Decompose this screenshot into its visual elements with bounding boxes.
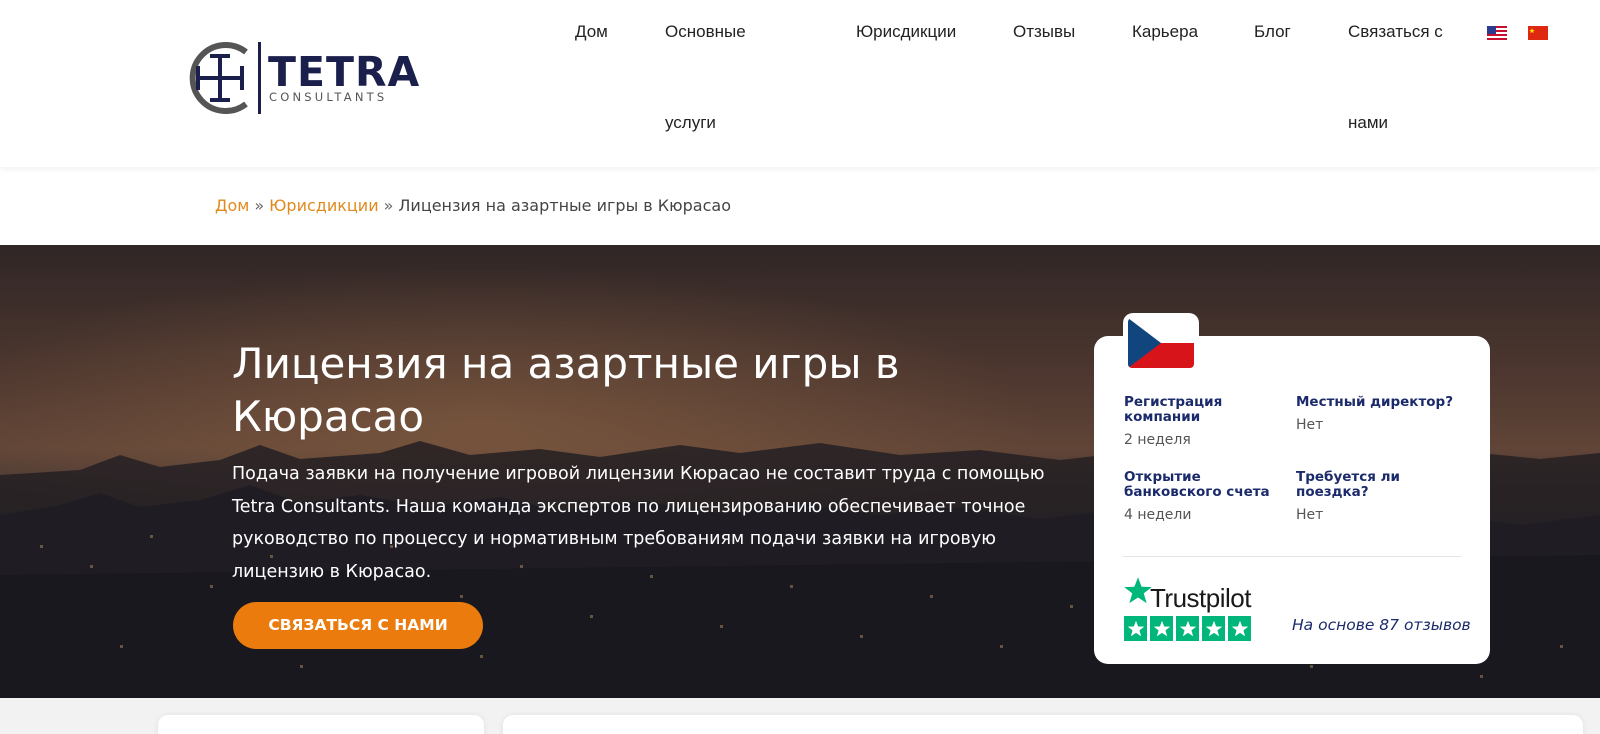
rating-star-icon [1228, 616, 1251, 641]
nav-item-contact-line2[interactable]: нами [1348, 112, 1388, 134]
tetra-logo[interactable]: TETRA CONSULTANTS [184, 40, 419, 116]
nav-item-jurisdictions[interactable]: Юрисдикции [856, 21, 956, 43]
nav-item-contact[interactable]: Связаться с [1348, 21, 1443, 43]
breadcrumb-separator: » [254, 196, 265, 215]
hero-description: Подача заявки на получение игровой лицен… [232, 464, 1045, 582]
travel-required-value: Нет [1296, 507, 1324, 523]
rating-star-icon [1150, 616, 1173, 641]
tetra-emblem-icon [189, 42, 248, 114]
card-divider [1123, 556, 1461, 557]
travel-required-label: Требуется ли поездка? [1296, 469, 1400, 500]
breadcrumb-separator: » [383, 196, 394, 215]
company-registration-value: 2 неделя [1124, 432, 1191, 448]
rating-star-icon [1202, 616, 1225, 641]
rating-star-icon [1176, 616, 1199, 641]
contact-us-button[interactable]: СВЯЗАТЬСЯ С НАМИ [233, 602, 483, 649]
company-registration-label: Регистрация компании [1124, 394, 1223, 425]
logo-word: TETRA [268, 48, 421, 96]
bank-account-label: Открытие банковского счета [1124, 469, 1270, 500]
breadcrumb-current: Лицензия на азартные игры в Кюрасао [398, 196, 731, 215]
sidebar-card [158, 715, 484, 734]
jurisdiction-info-card [1094, 336, 1490, 664]
nav-item-career[interactable]: Карьера [1132, 21, 1198, 43]
nav-item-reviews[interactable]: Отзывы [1013, 21, 1075, 43]
logo-subtitle: CONSULTANTS [269, 90, 388, 104]
breadcrumb-home-link[interactable]: Дом [215, 196, 249, 215]
breadcrumb: Дом» Юрисдикции» Лицензия на азартные игры… [215, 196, 731, 215]
rating-star-icon [1124, 616, 1147, 641]
nav-item-services-line2[interactable]: услуги [665, 112, 716, 134]
trustpilot-rating [1124, 616, 1251, 641]
page-title: Лицензия на азартные игры в Кюрасао [232, 339, 900, 441]
logo-divider [258, 42, 261, 114]
local-director-value: Нет [1296, 417, 1324, 433]
nav-item-blog[interactable]: Блог [1254, 21, 1291, 43]
nav-item-home[interactable]: Дом [575, 21, 608, 43]
cn-flag-icon[interactable] [1528, 26, 1548, 40]
us-flag-icon[interactable] [1487, 26, 1507, 40]
trustpilot-review-count[interactable]: На основе 87 отзывов [1292, 616, 1471, 634]
nav-item-services[interactable]: Основные [665, 21, 746, 43]
breadcrumb-jurisdictions-link[interactable]: Юрисдикции [269, 196, 378, 215]
trustpilot-star-icon [1124, 577, 1152, 604]
czech-flag-icon [1128, 318, 1194, 368]
trustpilot-logo[interactable]: Trustpilot [1150, 583, 1251, 614]
site-header: TETRA CONSULTANTS Дом Основные услуги Юр… [0, 0, 1600, 167]
main-content-card [503, 715, 1583, 734]
local-director-label: Местный директор? [1296, 394, 1454, 410]
bank-account-value: 4 недели [1124, 507, 1192, 523]
